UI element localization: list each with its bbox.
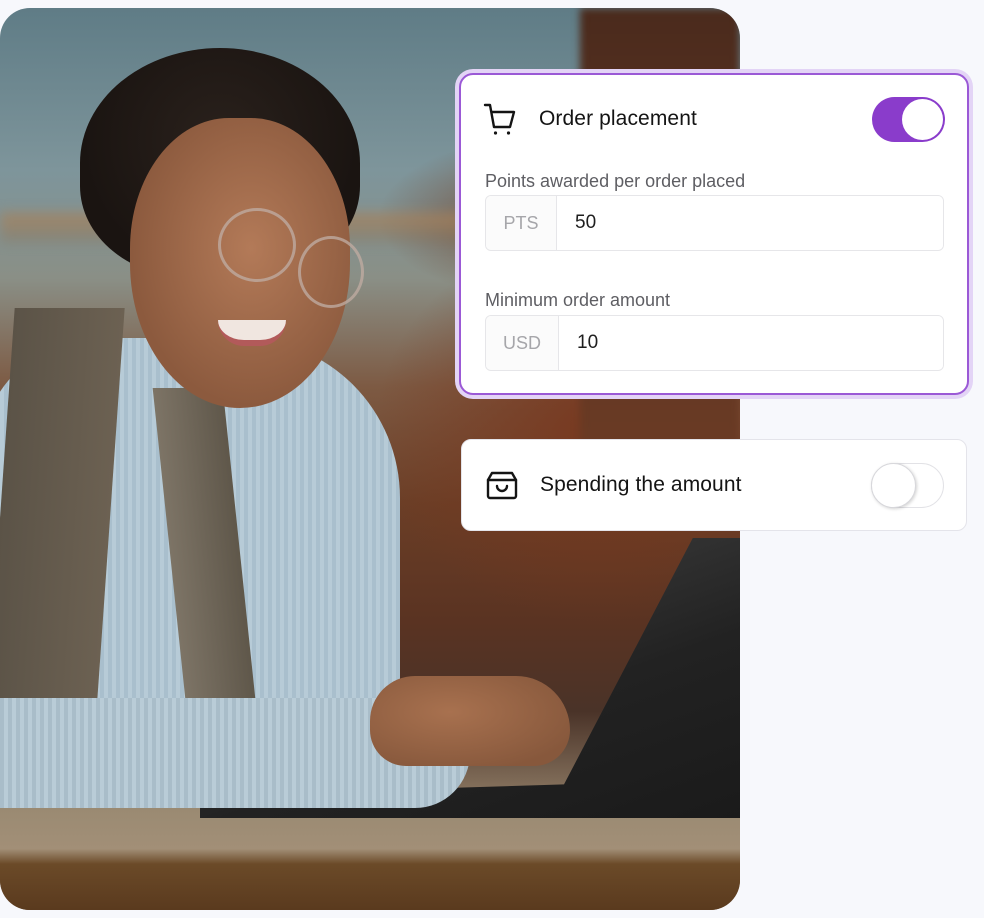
points-awarded-label: Points awarded per order placed	[485, 171, 746, 191]
spending-amount-header: Spending the amount	[484, 462, 944, 508]
currency-prefix: USD	[486, 316, 559, 370]
photo-glasses-left	[218, 208, 296, 282]
order-placement-header: Order placement	[483, 96, 945, 142]
photo-glasses-right	[298, 236, 364, 308]
spending-amount-toggle[interactable]	[871, 462, 944, 508]
order-placement-card: Order placement Points awarded per order…	[459, 73, 969, 395]
order-placement-toggle[interactable]	[872, 96, 945, 142]
photo-hand	[370, 676, 570, 766]
photo-table	[0, 808, 740, 910]
spending-amount-title: Spending the amount	[540, 473, 742, 496]
spending-amount-card: Spending the amount	[461, 439, 967, 531]
toggle-knob	[902, 98, 943, 140]
minimum-order-amount-field: USD	[485, 315, 944, 371]
shopping-bag-icon	[484, 467, 520, 503]
minimum-order-amount-input[interactable]	[559, 316, 943, 370]
minimum-order-amount-label: Minimum order amount	[485, 290, 671, 310]
shopping-cart-icon	[483, 101, 519, 137]
points-prefix: PTS	[486, 196, 557, 250]
points-awarded-input[interactable]	[557, 196, 943, 250]
toggle-knob	[871, 462, 916, 508]
order-placement-title: Order placement	[539, 107, 697, 130]
points-awarded-field: PTS	[485, 195, 944, 251]
